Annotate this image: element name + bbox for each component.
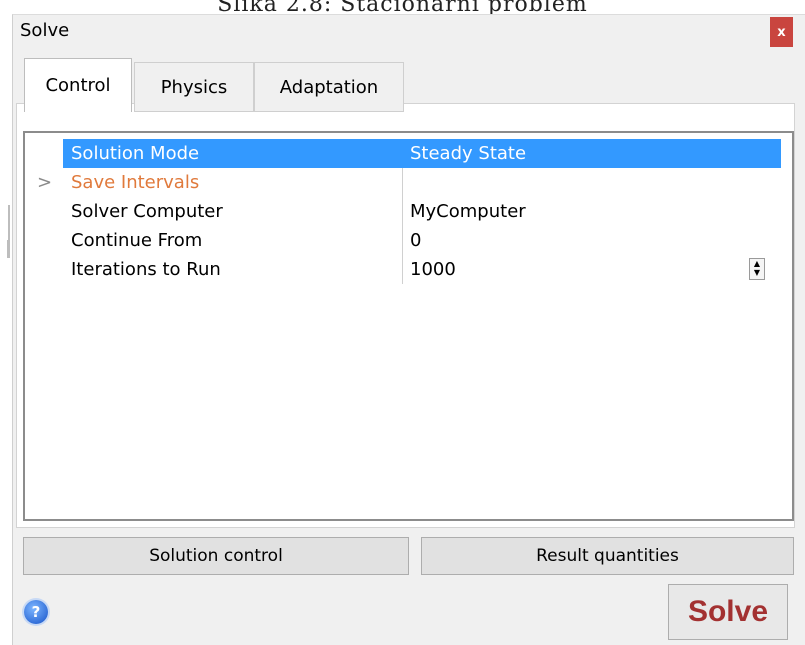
property-row-continue-from[interactable]: Continue From 0 xyxy=(25,226,792,255)
solve-button[interactable]: Solve xyxy=(668,584,788,640)
window-edge-mark xyxy=(8,205,10,245)
tab-adaptation[interactable]: Adaptation xyxy=(254,62,404,112)
property-name: Iterations to Run xyxy=(71,259,221,280)
help-icon[interactable]: ? xyxy=(24,600,48,624)
solution-control-button[interactable]: Solution control xyxy=(23,537,409,575)
property-value[interactable]: Steady State xyxy=(410,139,526,168)
tab-physics[interactable]: Physics xyxy=(134,62,254,112)
property-value[interactable]: 1000 xyxy=(410,255,456,284)
property-row-save-intervals[interactable]: > Save Intervals xyxy=(25,168,792,197)
property-name: Solution Mode xyxy=(71,143,200,164)
column-divider xyxy=(402,168,403,197)
tab-control[interactable]: Control xyxy=(24,58,132,112)
column-divider xyxy=(402,255,403,284)
property-row-solution-mode[interactable]: Solution Mode Steady State xyxy=(25,139,792,168)
close-button[interactable]: x xyxy=(770,17,793,47)
window-edge-mark xyxy=(7,240,10,258)
spinner-up-icon[interactable]: ▲ xyxy=(750,259,764,268)
property-name: Solver Computer xyxy=(71,201,223,222)
column-divider xyxy=(402,226,403,255)
iterations-spinner[interactable]: ▲ ▼ xyxy=(749,258,765,280)
result-quantities-button[interactable]: Result quantities xyxy=(421,537,794,575)
dialog-title: Solve xyxy=(20,20,70,41)
spinner-down-icon[interactable]: ▼ xyxy=(750,268,764,277)
property-name: Save Intervals xyxy=(71,172,200,193)
property-name: Continue From xyxy=(71,230,203,251)
property-value[interactable]: 0 xyxy=(410,226,421,255)
property-row-iterations-to-run[interactable]: Iterations to Run 1000 ▲ ▼ xyxy=(25,255,792,284)
property-row-solver-computer[interactable]: Solver Computer MyComputer xyxy=(25,197,792,226)
property-value[interactable]: MyComputer xyxy=(410,197,526,226)
column-divider xyxy=(402,197,403,226)
property-grid: Solution Mode Steady State > Save Interv… xyxy=(23,131,794,521)
chevron-right-icon[interactable]: > xyxy=(37,168,52,197)
